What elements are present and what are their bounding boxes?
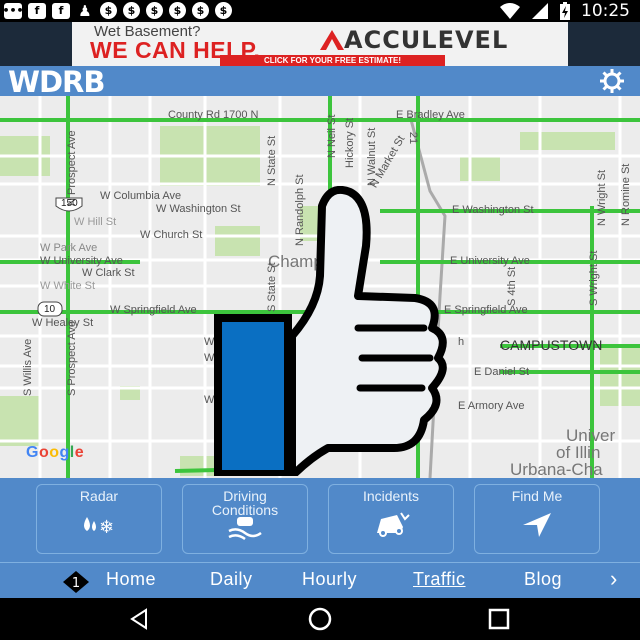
map-label: W Healey St: [32, 317, 94, 329]
nav-home[interactable]: Home: [106, 569, 156, 590]
map-label: N Prospect Ave: [66, 130, 78, 206]
slippery-road-icon: [183, 515, 307, 547]
home-badge-icon: 1: [63, 571, 89, 593]
person-icon: ♟: [78, 1, 92, 20]
map-label: S 4th St: [506, 266, 518, 306]
incidents-tile[interactable]: Incidents: [328, 484, 454, 554]
traffic-map[interactable]: County Rd 1700 N E Bradley Ave N Prospec…: [0, 96, 640, 478]
map-label: E Armory Ave: [458, 400, 525, 412]
chevron-right-icon[interactable]: ›: [610, 566, 618, 592]
gear-icon[interactable]: [598, 67, 626, 95]
nav-traffic[interactable]: Traffic: [413, 569, 466, 590]
nav-hourly[interactable]: Hourly: [302, 569, 357, 590]
map-label: County Rd 1700 N: [168, 109, 259, 121]
nav-daily[interactable]: Daily: [210, 569, 253, 590]
map-label: N Neil St: [326, 114, 338, 158]
home-icon[interactable]: [305, 607, 335, 631]
crash-icon: [329, 511, 453, 543]
ad-brand: ACCULEVEL: [344, 26, 509, 54]
map-label: W Springfield Ave: [110, 304, 197, 316]
bottom-nav: 1 Home Daily Hourly Traffic Blog ›: [0, 562, 640, 598]
route-150-icon: 150: [61, 198, 78, 209]
facebook-icon: f: [28, 2, 46, 19]
back-icon[interactable]: [128, 608, 150, 630]
wifi-icon: [500, 3, 520, 19]
map-label: E University Ave: [450, 255, 530, 267]
map-label: E Washington St: [452, 204, 534, 216]
app-logo: WDRB: [8, 65, 105, 99]
radar-tile[interactable]: Radar ❄: [36, 484, 162, 554]
map-label: Hickory St: [344, 117, 356, 168]
map-label: N Wright St: [596, 169, 608, 226]
driving-conditions-tile[interactable]: Driving Conditions: [182, 484, 308, 554]
dollar-icon: $: [192, 2, 209, 19]
svg-text:❄: ❄: [99, 517, 114, 537]
dollar-icon: $: [146, 2, 163, 19]
map-label: W Park Ave: [40, 242, 98, 254]
map-label: W Hill St: [74, 216, 117, 228]
dollar-icon: $: [100, 2, 117, 19]
dollar-icon: $: [123, 2, 140, 19]
map-label: S Willis Ave: [22, 338, 34, 396]
recents-icon[interactable]: [487, 608, 511, 630]
tile-label: Driving Conditions: [211, 488, 279, 518]
map-label: N State St: [266, 135, 278, 186]
thumbs-up-icon: [214, 186, 447, 476]
map-label: W University Ave: [40, 255, 123, 267]
map-label: h: [458, 336, 465, 348]
clock: 10:25: [581, 1, 630, 21]
dollar-icon: $: [215, 2, 232, 19]
nav-blog[interactable]: Blog: [524, 569, 562, 590]
signal-icon: [532, 3, 548, 19]
feature-tiles: Radar ❄ Driving Conditions Incidents Fin…: [0, 478, 640, 562]
system-nav-bar: [0, 598, 640, 640]
tile-label: Incidents: [362, 488, 420, 504]
system-indicators: 10:25: [499, 1, 630, 21]
location-arrow-icon: [475, 511, 599, 543]
map-label: E Bradley Ave: [396, 109, 465, 121]
svg-text:1: 1: [72, 576, 80, 591]
map-label: S Prospect Ave: [66, 320, 78, 396]
acculevel-logo-icon: [320, 30, 344, 50]
map-label: S Wright St: [588, 250, 600, 306]
map-label: CAMPUSTOWN: [500, 337, 603, 353]
app-bar: WDRB: [0, 65, 640, 99]
map-label: W White St: [40, 280, 96, 292]
map-label: Urbana-Cha: [510, 460, 603, 478]
message-icon: •••: [2, 2, 24, 19]
dollar-icon: $: [169, 2, 186, 19]
tile-label: Radar: [79, 488, 119, 504]
battery-icon: [560, 2, 570, 20]
find-me-tile[interactable]: Find Me: [474, 484, 600, 554]
ad-banner[interactable]: Wet Basement? WE CAN HELP. ACCULEVEL CLI…: [72, 22, 568, 66]
notification-icons: ••• f f ♟ $ $ $ $ $ $: [2, 1, 232, 20]
map-label: N Romine St: [620, 163, 632, 226]
map-label: 21: [407, 131, 420, 145]
map-label: W Columbia Ave: [100, 190, 182, 202]
map-label: E Daniel St: [474, 366, 530, 378]
facebook-icon: f: [52, 2, 70, 19]
tile-label: Find Me: [511, 488, 563, 504]
route-10-icon: 10: [44, 304, 56, 315]
google-logo: Google: [26, 444, 85, 461]
status-bar: ••• f f ♟ $ $ $ $ $ $ 10:25: [0, 0, 640, 22]
ad-bar: Wet Basement? WE CAN HELP. ACCULEVEL CLI…: [0, 22, 640, 66]
precipitation-icon: ❄: [37, 513, 161, 543]
map-label: W Church St: [140, 229, 203, 241]
ad-cta: CLICK FOR YOUR FREE ESTIMATE!: [220, 55, 445, 66]
map-label: W Clark St: [82, 267, 135, 279]
